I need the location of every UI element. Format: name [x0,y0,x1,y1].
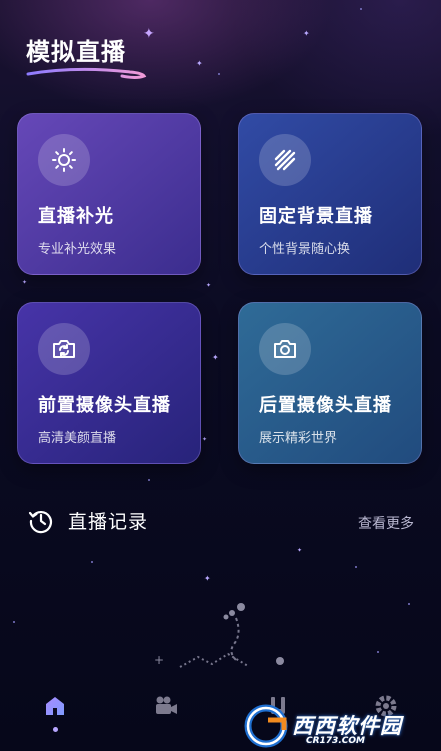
stripes-icon [259,134,311,186]
watermark-logo: 西西软件园 CR173.COM [244,700,441,751]
empty-state-illustration: + [154,603,284,668]
star-decoration: ✦ [297,547,303,554]
star-dot [148,479,150,481]
card-title: 前置摄像头直播 [38,395,171,416]
view-more-link[interactable]: 查看更多 [358,513,414,533]
card-title: 直播补光 [38,206,114,227]
camera-switch-icon [38,323,90,375]
active-tab-indicator [53,727,58,732]
card-subtitle: 专业补光效果 [38,242,117,257]
screen: { "header": { "title": "模拟直播" }, "cards"… [0,0,441,751]
video-camera-icon [156,696,177,714]
card-title: 固定背景直播 [259,206,373,227]
tab-video[interactable] [146,686,186,726]
sun-icon [38,134,90,186]
card-subtitle: 展示精彩世界 [259,431,338,446]
star-dot [377,651,379,653]
title-underline [26,67,147,79]
card-title: 后置摄像头直播 [259,395,392,416]
star-decoration: ✦ [196,59,203,68]
card-fixed-background-live[interactable]: 固定背景直播 个性背景随心换 [238,113,422,275]
card-subtitle: 个性背景随心换 [259,242,351,257]
star-decoration: ✦ [212,353,219,362]
star-dot [218,73,220,75]
star-decoration: ✦ [303,29,310,38]
page-title: 模拟直播 [26,38,126,66]
history-title: 直播记录 [68,511,149,533]
tab-home[interactable] [35,686,75,726]
watermark-badge-icon [244,704,288,748]
star-dot [13,621,15,623]
history-clock-icon [28,510,52,533]
star-dot [360,8,362,10]
svg-text:+: + [154,653,164,667]
sparkle-icon: ✦ [143,26,155,42]
star-decoration: ✦ [204,574,211,583]
star-dot [355,566,357,568]
watermark-domain: CR173.COM [306,736,365,746]
card-subtitle: 高清美颜直播 [38,431,117,446]
home-icon [46,697,64,715]
star-decoration: ✦ [202,436,208,443]
card-rear-camera-live[interactable]: 后置摄像头直播 展示精彩世界 [238,302,422,464]
history-section-header: 直播记录 [28,507,148,534]
card-fill-light-live[interactable]: 直播补光 专业补光效果 [17,113,201,275]
star-decoration: ✦ [206,282,212,289]
camera-icon [259,323,311,375]
star-dot [408,603,410,605]
star-decoration: ✦ [22,279,28,286]
card-front-camera-live[interactable]: 前置摄像头直播 高清美颜直播 [17,302,201,464]
star-dot [91,561,93,563]
